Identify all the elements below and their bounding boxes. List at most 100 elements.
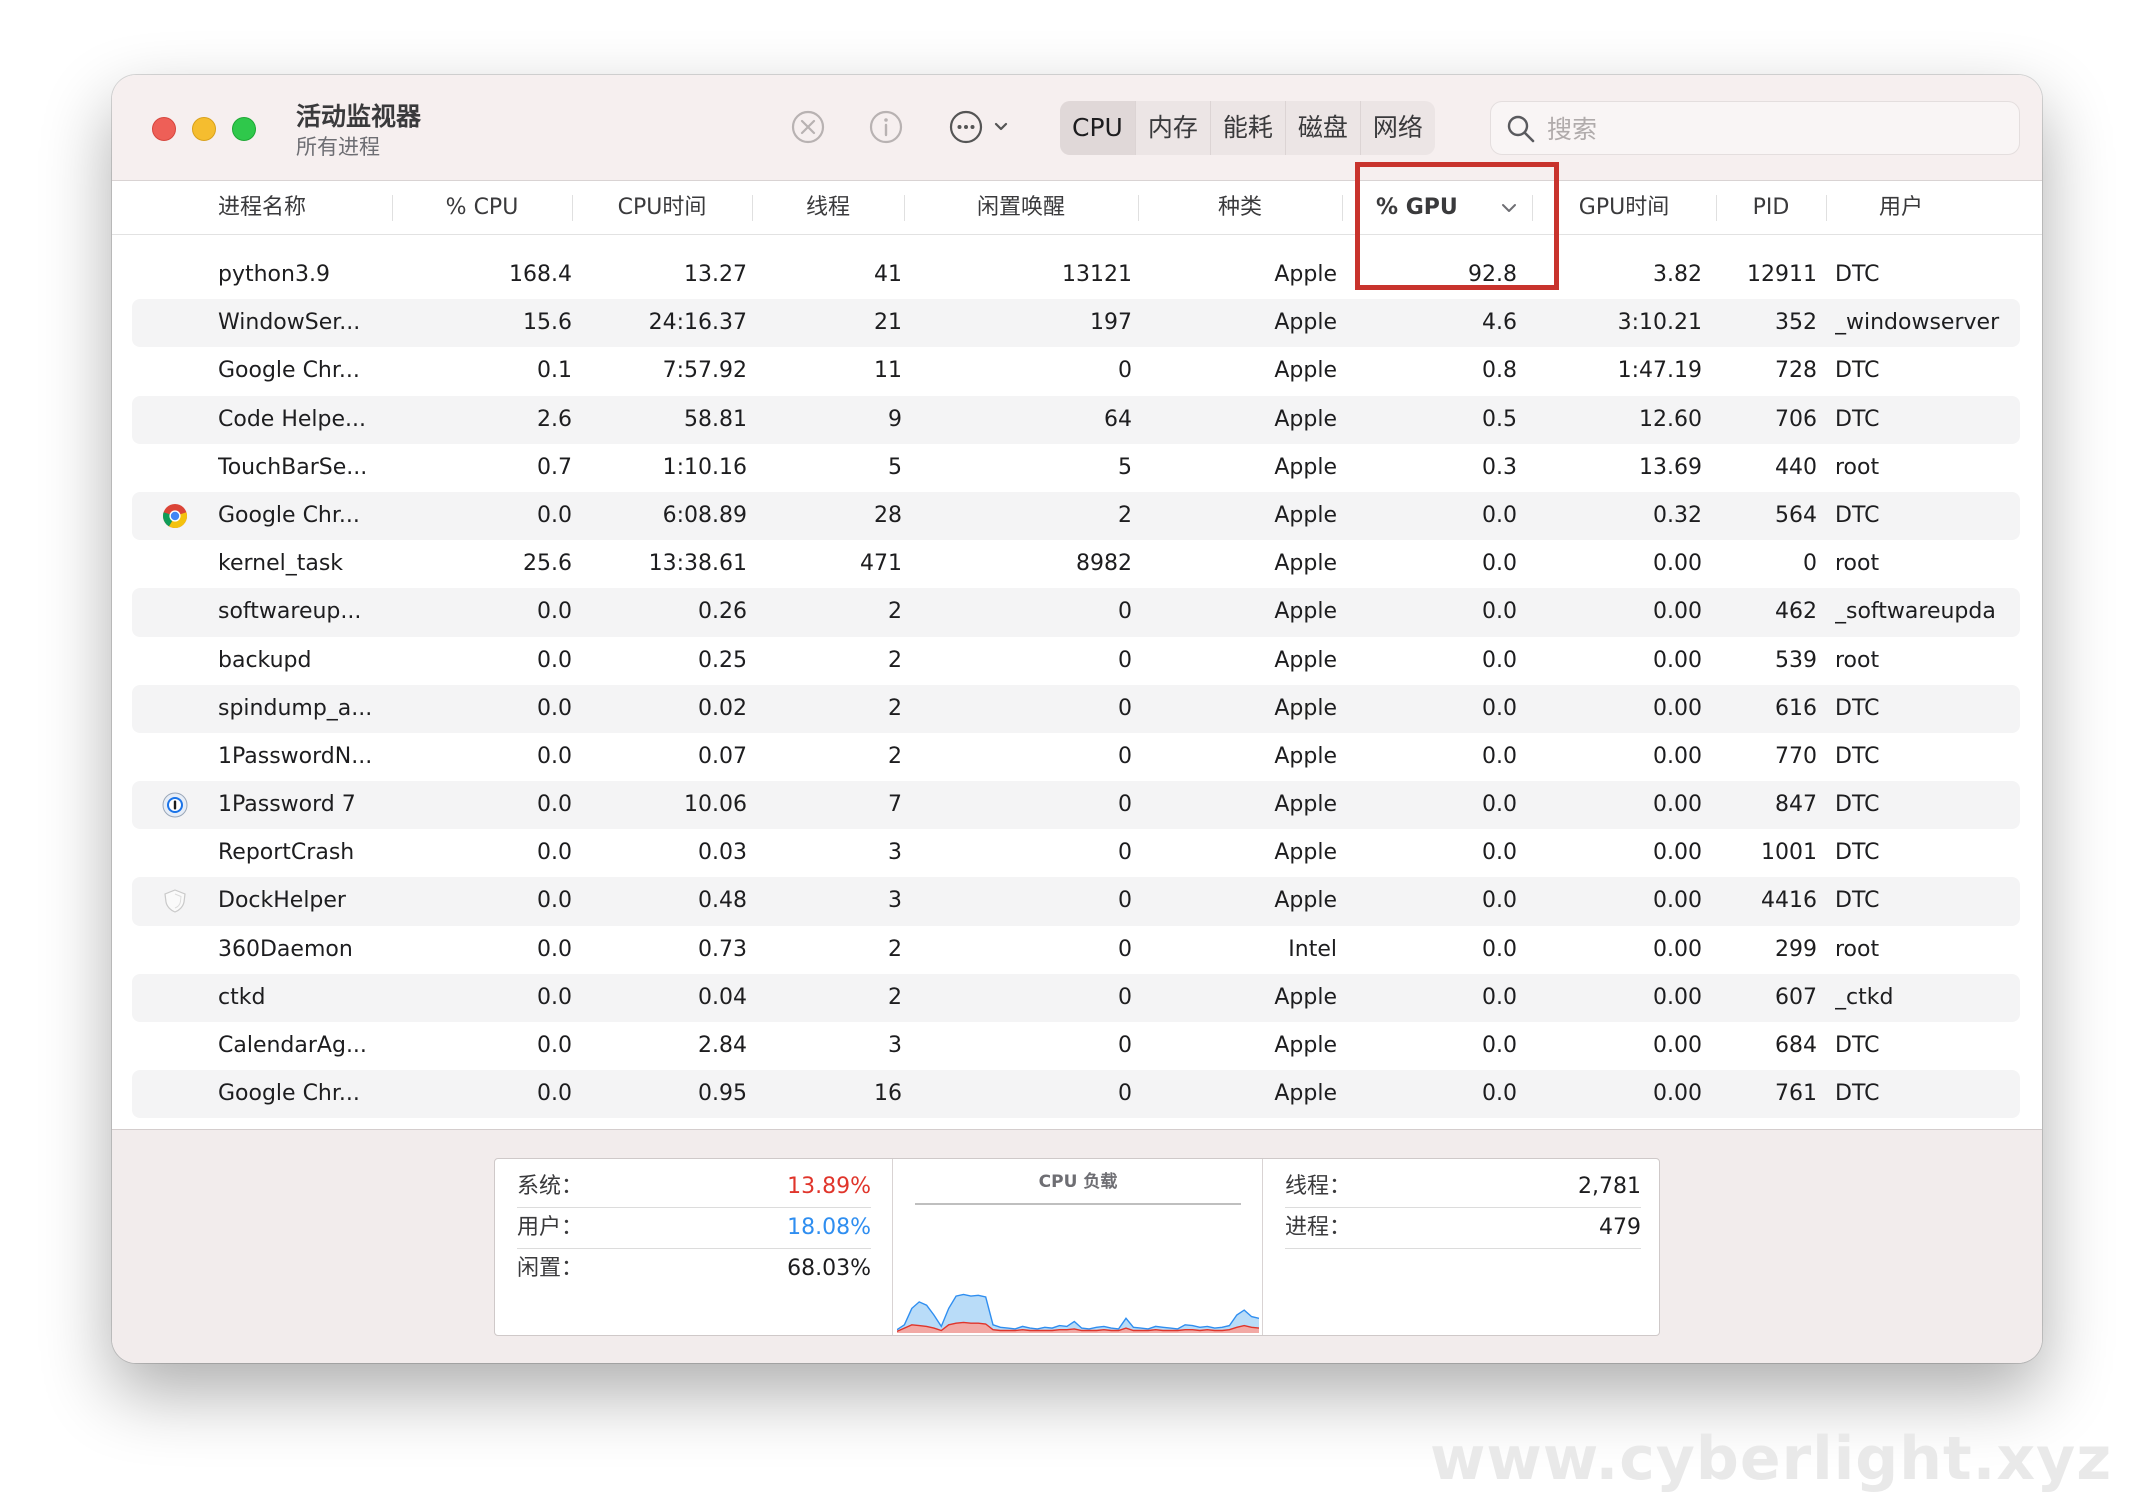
cell-idle-wakeups: 64 (1104, 406, 1132, 432)
tab-disk[interactable]: 磁盘 (1286, 101, 1361, 155)
cell-pid: 440 (1775, 454, 1817, 480)
table-row[interactable]: ReportCrash 0.0 0.03 3 0 Apple 0.0 0.00 1001 DTC (132, 829, 2020, 877)
info-icon[interactable] (866, 107, 906, 147)
cell-cpu-time: 0.02 (698, 695, 747, 721)
minimize-window-button[interactable] (192, 117, 216, 141)
cell-idle-wakeups: 0 (1118, 1033, 1132, 1058)
search-input[interactable] (1547, 110, 1987, 148)
cell-cpu-time: 6:08.89 (662, 502, 747, 528)
column-cpu-percent[interactable]: % CPU (392, 181, 572, 235)
graph-title: CPU 负载 (1038, 1172, 1118, 1192)
cell-pid: 684 (1775, 1033, 1817, 1058)
tab-memory[interactable]: 内存 (1136, 101, 1211, 155)
table-row[interactable]: backupd 0.0 0.25 2 0 Apple 0.0 0.00 539 root (132, 637, 2020, 685)
tab-cpu[interactable]: CPU (1060, 101, 1136, 155)
cell-idle-wakeups: 0 (1118, 743, 1132, 769)
cell-pid: 607 (1775, 984, 1817, 1010)
cell-user: _softwareupda (1835, 599, 1996, 625)
column-gpu-time[interactable]: GPU时间 (1532, 181, 1716, 235)
cell-cpu-time: 13:38.61 (648, 551, 747, 577)
cell-kind: Apple (1274, 551, 1337, 577)
cell-gpu-time: 0.00 (1653, 647, 1702, 673)
column-gpu-percent[interactable]: % GPU (1354, 181, 1494, 235)
cell-gpu-percent: 0.0 (1482, 599, 1517, 625)
cell-gpu-time: 13.69 (1639, 454, 1702, 480)
cell-gpu-percent: 0.0 (1482, 792, 1517, 818)
cell-cpu-time: 10.06 (684, 792, 747, 818)
cell-threads: 471 (860, 551, 902, 577)
column-process-name[interactable]: 进程名称 (192, 181, 392, 235)
user-cpu-row: 用户： 18.08% (517, 1208, 871, 1248)
cell-kind: Apple (1274, 792, 1337, 818)
cell-pid: 1001 (1761, 840, 1817, 866)
table-row[interactable]: spindump_a... 0.0 0.02 2 0 Apple 0.0 0.00 616 DTC (132, 684, 2020, 733)
column-pid[interactable]: PID (1716, 181, 1826, 235)
cell-pid: 539 (1775, 647, 1817, 673)
cell-cpu-time: 1:10.16 (662, 454, 747, 480)
table-row[interactable]: DockHelper 0.0 0.48 3 0 Apple 0.0 0.00 4416 DTC (132, 877, 2020, 926)
table-row[interactable]: softwareup... 0.0 0.26 2 0 Apple 0.0 0.00 462 _so… (132, 588, 2020, 637)
sort-descending-icon[interactable] (1500, 201, 1518, 215)
column-user[interactable]: 用户 (1826, 181, 1976, 235)
table-row[interactable]: TouchBarSe... 0.7 1:10.16 5 5 Apple 0.3 13.69 44… (132, 444, 2020, 492)
column-cpu-time[interactable]: CPU时间 (572, 181, 752, 235)
cell-kind: Apple (1274, 984, 1337, 1010)
cell-kind: Apple (1274, 502, 1337, 528)
cell-cpu-percent: 0.1 (537, 358, 572, 384)
cell-user: root (1835, 936, 1880, 962)
cell-process-name: 360Daemon (218, 936, 353, 962)
zoom-window-button[interactable] (232, 117, 256, 141)
cell-idle-wakeups: 0 (1118, 792, 1132, 818)
cell-idle-wakeups: 13121 (1062, 262, 1132, 287)
table-row[interactable]: ctkd 0.0 0.04 2 0 Apple 0.0 0.00 607 _ctkd (132, 973, 2020, 1022)
cell-process-name: CalendarAg... (218, 1033, 367, 1058)
stop-process-icon[interactable] (788, 107, 828, 147)
table-row[interactable]: Code Helpe... 2.6 58.81 9 64 Apple 0.5 12.60 706… (132, 395, 2020, 444)
tab-energy[interactable]: 能耗 (1211, 101, 1286, 155)
cell-threads: 2 (888, 743, 902, 769)
cell-cpu-percent: 2.6 (537, 406, 572, 432)
cell-gpu-time: 12.60 (1639, 406, 1702, 432)
cell-threads: 3 (888, 1033, 902, 1058)
processes-label: 进程： (1285, 1215, 1352, 1240)
cell-pid: 770 (1775, 743, 1817, 769)
table-row[interactable]: 1Password 7 0.0 10.06 7 0 Apple 0.0 0.00 847 DTC (132, 781, 2020, 830)
table-row[interactable]: Google Chr... 0.0 0.95 16 0 Apple 0.0 0.00 761 DT… (132, 1070, 2020, 1119)
table-row[interactable]: Google Chr... 0.1 7:57.92 11 0 Apple 0.8 1:47.1… (132, 347, 2020, 395)
table-row[interactable]: 360Daemon 0.0 0.73 2 0 Intel 0.0 0.00 299 root (132, 926, 2020, 974)
more-options-icon[interactable] (946, 107, 1016, 147)
cell-gpu-time: 0.00 (1653, 840, 1702, 866)
cell-kind: Apple (1274, 1081, 1337, 1107)
table-row[interactable]: python3.9 168.4 13.27 41 13121 Apple 92.8 3.82 1… (132, 251, 2020, 299)
cell-gpu-time: 1:47.19 (1617, 358, 1702, 384)
cell-threads: 2 (888, 984, 902, 1010)
cell-threads: 3 (888, 840, 902, 866)
cell-process-name: Code Helpe... (218, 406, 366, 432)
table-row[interactable]: CalendarAg... 0.0 2.84 3 0 Apple 0.0 0.00 684 DTC (132, 1022, 2020, 1070)
cell-cpu-time: 0.03 (698, 840, 747, 866)
column-idle-wakeups[interactable]: 闲置唤醒 (904, 181, 1138, 235)
column-kind[interactable]: 种类 (1138, 181, 1342, 235)
cell-kind: Apple (1274, 310, 1337, 336)
cell-cpu-percent: 168.4 (509, 262, 572, 287)
cell-cpu-time: 0.25 (698, 647, 747, 673)
table-row[interactable]: 1PasswordN... 0.0 0.07 2 0 Apple 0.0 0.00 770 DTC (132, 733, 2020, 781)
cell-idle-wakeups: 0 (1118, 984, 1132, 1010)
cell-pid: 706 (1775, 406, 1817, 432)
cell-cpu-percent: 0.0 (537, 743, 572, 769)
tab-network[interactable]: 网络 (1361, 101, 1435, 155)
cell-process-name: WindowSer... (218, 310, 361, 336)
idle-cpu-row: 闲置： 68.03% (517, 1249, 871, 1289)
table-row[interactable]: Google Chr... 0.0 6:08.89 28 2 Apple 0.0 0.32 56… (132, 491, 2020, 541)
search-box[interactable] (1490, 101, 2020, 155)
table-row[interactable]: kernel_task 25.6 13:38.61 471 8982 Apple 0.0 0.… (132, 540, 2020, 588)
cell-pid: 728 (1775, 358, 1817, 384)
cell-gpu-percent: 0.3 (1482, 454, 1517, 480)
close-window-button[interactable] (152, 117, 176, 141)
cell-idle-wakeups: 2 (1118, 502, 1132, 528)
system-value: 13.89% (787, 1174, 871, 1199)
cell-threads: 11 (874, 358, 902, 384)
column-threads[interactable]: 线程 (752, 181, 904, 235)
cell-user: DTC (1835, 743, 1880, 769)
table-row[interactable]: WindowSer... 15.6 24:16.37 21 197 Apple 4.6 3:1… (132, 299, 2020, 348)
